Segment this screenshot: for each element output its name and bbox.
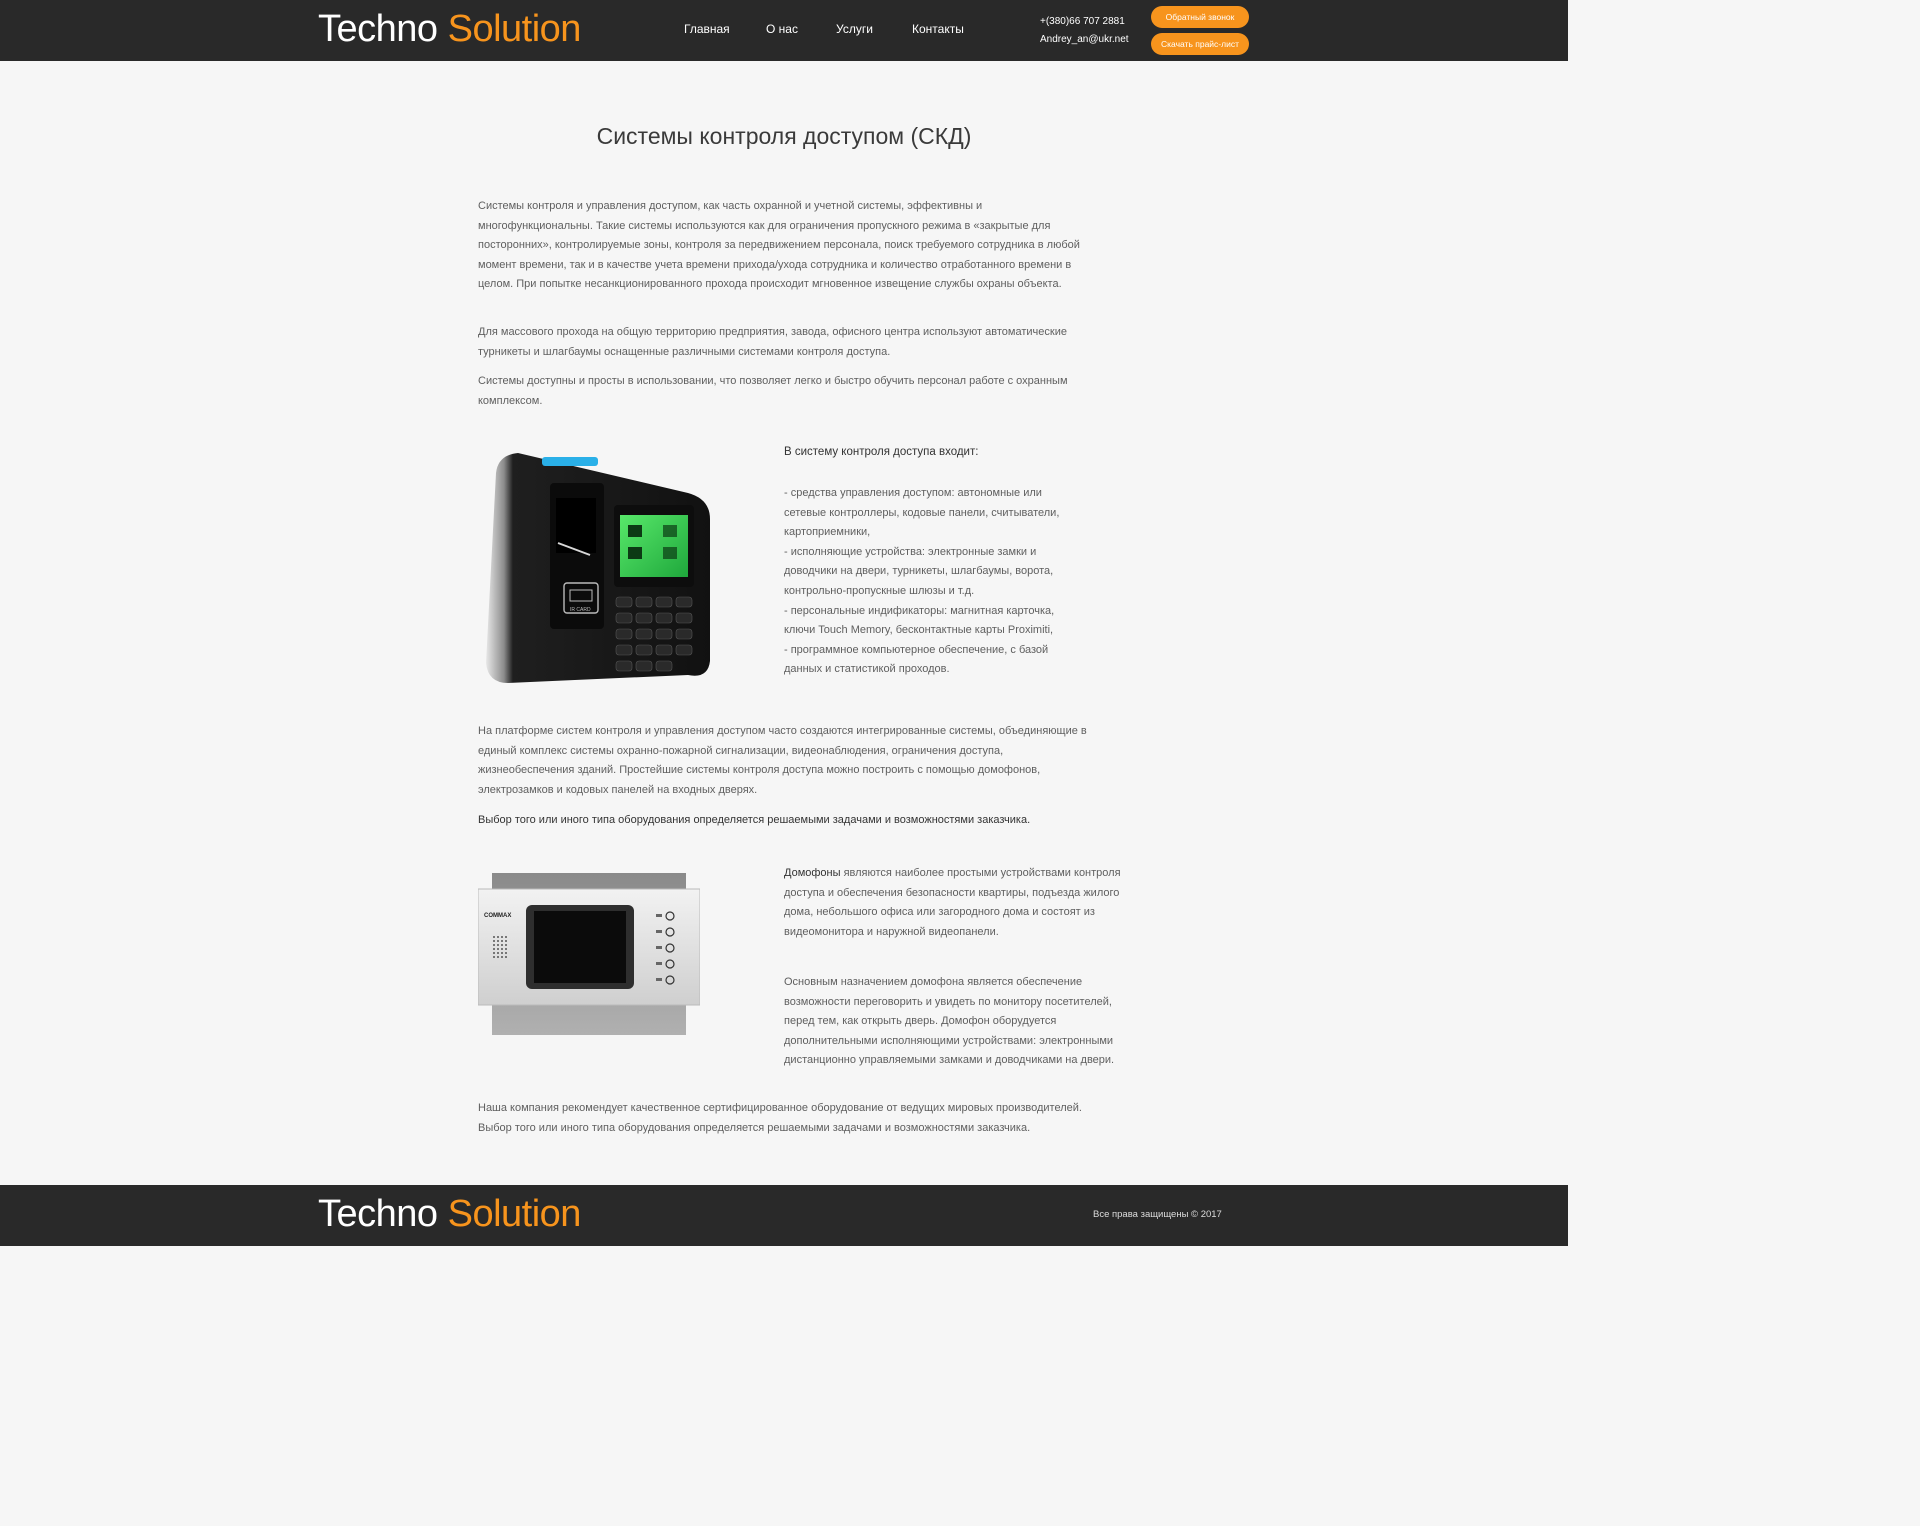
contact-info: +(380)66 707 2881 Andrey_an@ukr.net	[1040, 13, 1129, 49]
copyright: Все права защищены © 2017	[1093, 1209, 1222, 1220]
nav-home[interactable]: Главная	[684, 22, 730, 36]
footer-logo-part2: Solution	[447, 1193, 582, 1235]
intercom-paragraph: Домофоны являются наиболее простыми устр…	[784, 864, 1134, 942]
access-system-list: - средства управления доступом: автономн…	[784, 484, 1084, 680]
logo[interactable]: Techno Solution	[318, 8, 581, 50]
access-terminal-image: IR CARD	[486, 453, 710, 683]
nav-services[interactable]: Услуги	[836, 22, 873, 36]
pricelist-button[interactable]: Скачать прайс-лист	[1151, 33, 1249, 55]
recommendation-paragraph: Наша компания рекомендует качественное с…	[478, 1102, 1082, 1134]
list-item: - исполняющие устройства: электронные за…	[784, 545, 1054, 597]
footer-logo-part1: Techno	[318, 1193, 438, 1235]
site-footer: Techno Solution Все права защищены © 201…	[0, 1185, 1568, 1246]
site-header: Techno Solution Главная О нас Услуги Кон…	[0, 0, 1568, 61]
nav-about[interactable]: О нас	[766, 22, 798, 36]
list-item: - персональные индификаторы: магнитная к…	[784, 604, 1055, 637]
footer-logo[interactable]: Techno Solution	[318, 1193, 581, 1235]
ir-card-label: IR CARD	[570, 607, 591, 613]
access-system-list-title: В систему контроля доступа входит:	[784, 446, 979, 458]
logo-part1: Techno	[318, 8, 438, 50]
commax-brand-label: COMMAX	[484, 913, 511, 919]
integration-paragraph: На платформе систем контроля и управлени…	[478, 725, 1087, 796]
phone[interactable]: +(380)66 707 2881	[1040, 13, 1129, 31]
intercom-image: COMMAX	[478, 873, 700, 1035]
intercom-purpose-paragraph: Основным назначением домофона является о…	[784, 976, 1115, 1067]
intro-paragraph: Системы контроля и управления доступом, …	[478, 200, 1080, 291]
usability-paragraph: Системы доступны и просты в использовани…	[478, 375, 1068, 407]
intercom-strong: Домофоны	[784, 867, 841, 879]
mass-pass-paragraph: Для массового прохода на общую территори…	[478, 326, 1067, 358]
list-item: - программное компьютерное обеспечение, …	[784, 643, 1049, 676]
callback-button[interactable]: Обратный звонок	[1151, 6, 1249, 28]
email[interactable]: Andrey_an@ukr.net	[1040, 31, 1129, 49]
equipment-choice-paragraph: Выбор того или иного типа оборудования о…	[478, 814, 1031, 826]
main-content: Системы контроля доступом (СКД) Системы …	[0, 61, 1568, 1185]
nav-contacts[interactable]: Контакты	[912, 22, 964, 36]
page-title: Системы контроля доступом (СКД)	[596, 123, 972, 149]
logo-part2: Solution	[447, 8, 582, 50]
list-item: - средства управления доступом: автономн…	[784, 487, 1060, 539]
